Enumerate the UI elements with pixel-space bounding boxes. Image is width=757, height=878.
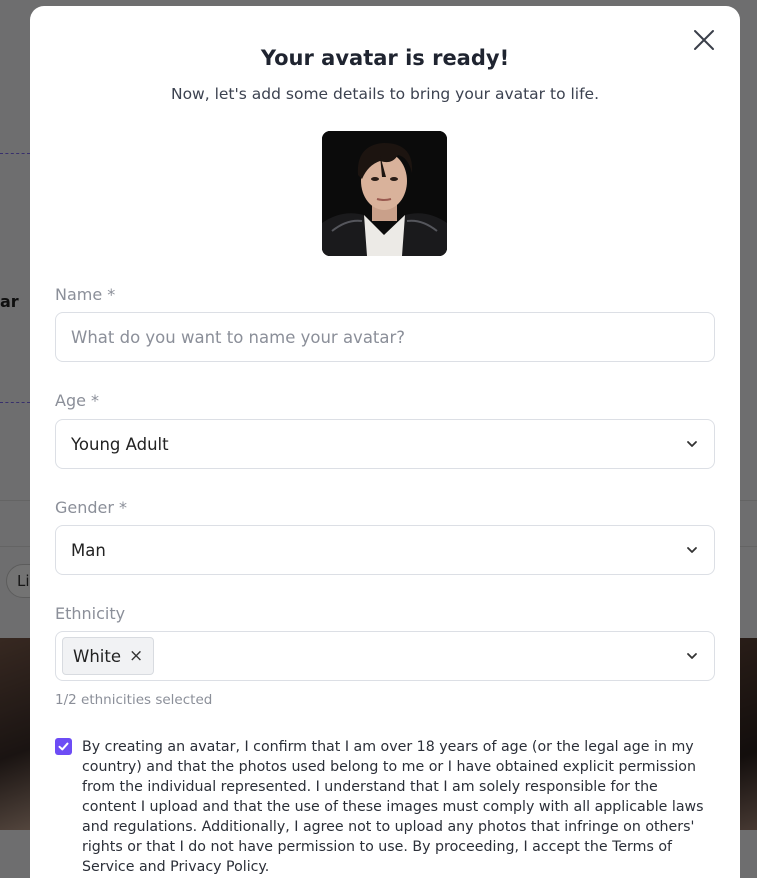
ethnicity-tag: White × [62, 637, 155, 675]
name-input[interactable] [71, 327, 699, 347]
remove-tag-icon[interactable]: × [129, 646, 143, 666]
name-label: Name * [55, 285, 116, 304]
chevron-down-icon [687, 547, 697, 553]
gender-select[interactable]: Man [55, 525, 715, 575]
consent-row: By creating an avatar, I confirm that I … [55, 737, 715, 877]
age-label: Age * [55, 391, 100, 410]
gender-label: Gender * [55, 498, 128, 517]
ethnicity-tag-label: White [73, 646, 121, 666]
ethnicity-label: Ethnicity [55, 604, 126, 623]
ethnicity-select[interactable]: White × [55, 631, 715, 681]
consent-text: By creating an avatar, I confirm that I … [82, 739, 704, 875]
name-field-container [55, 312, 715, 362]
chevron-down-icon [687, 653, 697, 659]
avatar-image [322, 131, 447, 256]
age-select-value: Young Adult [71, 434, 169, 454]
gender-select-value: Man [71, 540, 106, 560]
modal-subtitle: Now, let's add some details to bring you… [170, 85, 600, 103]
checkmark-icon [58, 742, 69, 751]
chevron-down-icon [687, 441, 697, 447]
consent-checkbox[interactable] [55, 738, 72, 755]
age-select[interactable]: Young Adult [55, 419, 715, 469]
avatar-details-modal: Your avatar is ready! Now, let's add som… [30, 6, 740, 878]
modal-title: Your avatar is ready! [260, 46, 510, 70]
ethnicity-helper-text: 1/2 ethnicities selected [55, 692, 213, 708]
